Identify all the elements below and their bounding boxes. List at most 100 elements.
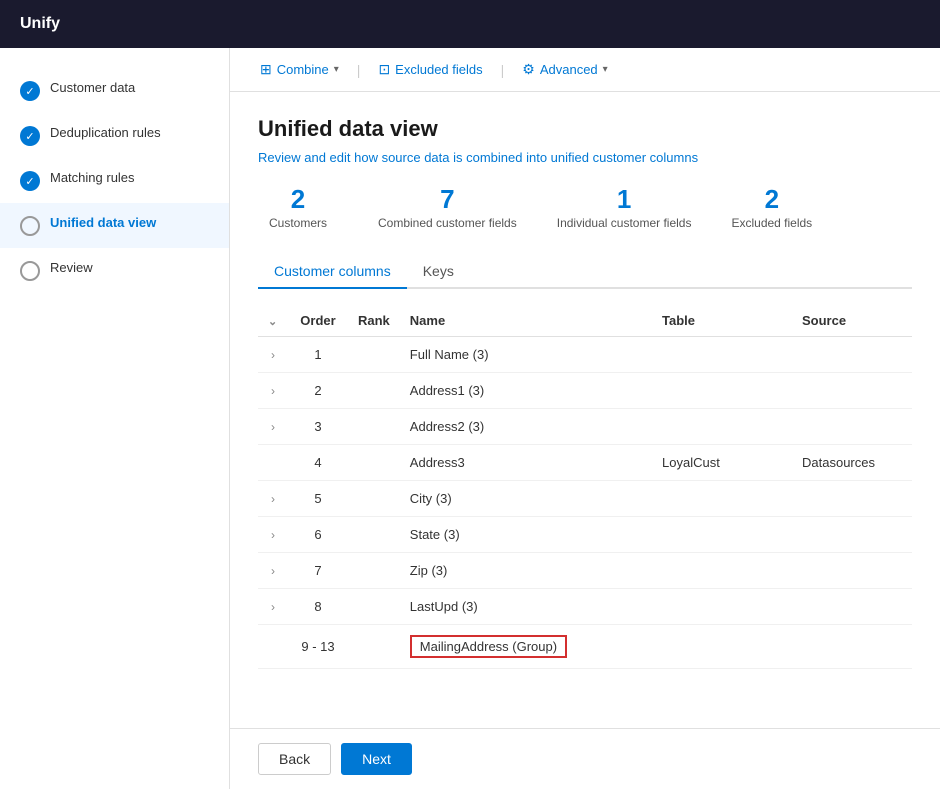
sidebar: ✓Customer data✓Deduplication rules✓Match… [0,48,230,789]
row-name-7: LastUpd (3) [400,589,652,625]
stat-3: 2Excluded fields [731,185,812,231]
expand-chevron-icon[interactable]: › [271,564,275,578]
footer: Back Next [230,728,940,789]
table-row: › 7 Zip (3) [258,553,912,589]
col-header-table: Table [652,305,792,337]
subnav-combine[interactable]: ⊞ Combine ▾ [250,55,349,84]
row-chevron-6[interactable]: › [258,553,288,589]
row-order-0: 1 [288,337,348,373]
expand-chevron-icon[interactable]: › [271,420,275,434]
row-name-1: Address1 (3) [400,373,652,409]
row-source-4 [792,481,912,517]
sidebar-item-deduplication-rules[interactable]: ✓Deduplication rules [0,113,229,158]
expand-chevron-icon[interactable]: › [271,528,275,542]
row-order-3: 4 [288,445,348,481]
row-chevron-2[interactable]: › [258,409,288,445]
sidebar-item-matching-rules[interactable]: ✓ Matching rules [0,158,229,203]
row-rank-5 [348,517,400,553]
table-row: › 1 Full Name (3) [258,337,912,373]
row-source-8 [792,625,912,669]
excluded-fields-icon: ⊡ [378,61,390,78]
row-source-3: Datasources [792,445,912,481]
row-table-5 [652,517,792,553]
sidebar-item-review[interactable]: Review [0,248,229,293]
tabs-bar: Customer columns Keys [258,255,912,289]
stats-row: 2Customers7Combined customer fields1Indi… [258,185,912,231]
step-icon-deduplication-rules: ✓ [20,126,40,146]
table-row: 9 - 13 MailingAddress (Group) [258,625,912,669]
tab-keys[interactable]: Keys [407,255,470,289]
table-row: 4Address3LoyalCustDatasources [258,445,912,481]
tab-customer-columns[interactable]: Customer columns [258,255,407,289]
step-icon-matching-rules: ✓ [20,171,40,191]
advanced-icon: ⚙ [522,61,535,78]
table-row: ›5City (3) [258,481,912,517]
row-source-2 [792,409,912,445]
row-chevron-0[interactable]: › [258,337,288,373]
row-order-1: 2 [288,373,348,409]
row-name-6: Zip (3) [400,553,652,589]
row-source-5 [792,517,912,553]
row-chevron-4[interactable]: › [258,481,288,517]
row-rank-6 [348,553,400,589]
expand-chevron-icon[interactable]: › [271,384,275,398]
row-order-7: 8 [288,589,348,625]
row-table-2 [652,409,792,445]
sidebar-label-review: Review [50,260,93,277]
customer-columns-table: ⌄ Order Rank Name Table [258,305,912,669]
row-table-4 [652,481,792,517]
stat-number-1: 7 [440,185,454,214]
sidebar-label-unified-data-view: Unified data view [50,215,156,232]
row-rank-8 [348,625,400,669]
step-icon-unified-data-view [20,216,40,236]
row-rank-4 [348,481,400,517]
table-row: › 2 Address1 (3) [258,373,912,409]
col-header-order: Order [288,305,348,337]
row-order-6: 7 [288,553,348,589]
stat-number-0: 2 [291,185,305,214]
subnav-excluded-fields[interactable]: ⊡ Excluded fields [368,55,492,84]
step-icon-review [20,261,40,281]
row-order-8: 9 - 13 [288,625,348,669]
subnav-combine-label: Combine [277,62,329,77]
content-area: ⊞ Combine ▾ | ⊡ Excluded fields | ⚙ Adva… [230,48,940,789]
subnav-advanced[interactable]: ⚙ Advanced ▾ [512,55,617,84]
row-chevron-5[interactable]: › [258,517,288,553]
row-name-0: Full Name (3) [400,337,652,373]
row-source-6 [792,553,912,589]
sub-nav: ⊞ Combine ▾ | ⊡ Excluded fields | ⚙ Adva… [230,48,940,92]
top-bar: Unify [0,0,940,48]
main-layout: ✓Customer data✓Deduplication rules✓Match… [0,48,940,789]
row-table-0 [652,337,792,373]
back-button[interactable]: Back [258,743,331,775]
row-name-2: Address2 (3) [400,409,652,445]
subnav-excluded-label: Excluded fields [395,62,482,77]
row-chevron-1[interactable]: › [258,373,288,409]
table-row: ›3Address2 (3) [258,409,912,445]
page-content: Unified data view Review and edit how so… [230,92,940,728]
row-table-7 [652,589,792,625]
stat-1: 7 Combined customer fields [378,185,517,231]
sidebar-item-customer-data[interactable]: ✓Customer data [0,68,229,113]
sidebar-item-unified-data-view[interactable]: Unified data view [0,203,229,248]
row-order-5: 6 [288,517,348,553]
table-row: › 8 LastUpd (3) [258,589,912,625]
stat-label-1: Combined customer fields [378,216,517,232]
advanced-chevron-icon: ▾ [603,64,608,75]
row-source-0 [792,337,912,373]
stat-number-3: 2 [765,185,779,214]
combine-chevron-icon: ▾ [334,64,339,75]
row-chevron-8 [258,625,288,669]
expand-chevron-icon[interactable]: › [271,348,275,362]
combine-icon: ⊞ [260,61,272,78]
col-header-chevron: ⌄ [258,305,288,337]
expand-chevron-icon[interactable]: › [271,600,275,614]
sidebar-label-customer-data: Customer data [50,80,135,97]
next-button[interactable]: Next [341,743,412,775]
sidebar-label-matching-rules: Matching rules [50,170,135,187]
row-chevron-7[interactable]: › [258,589,288,625]
highlighted-name: MailingAddress (Group) [410,635,567,658]
subnav-advanced-label: Advanced [540,62,598,77]
expand-chevron-icon[interactable]: › [271,492,275,506]
table-header-row: ⌄ Order Rank Name Table [258,305,912,337]
